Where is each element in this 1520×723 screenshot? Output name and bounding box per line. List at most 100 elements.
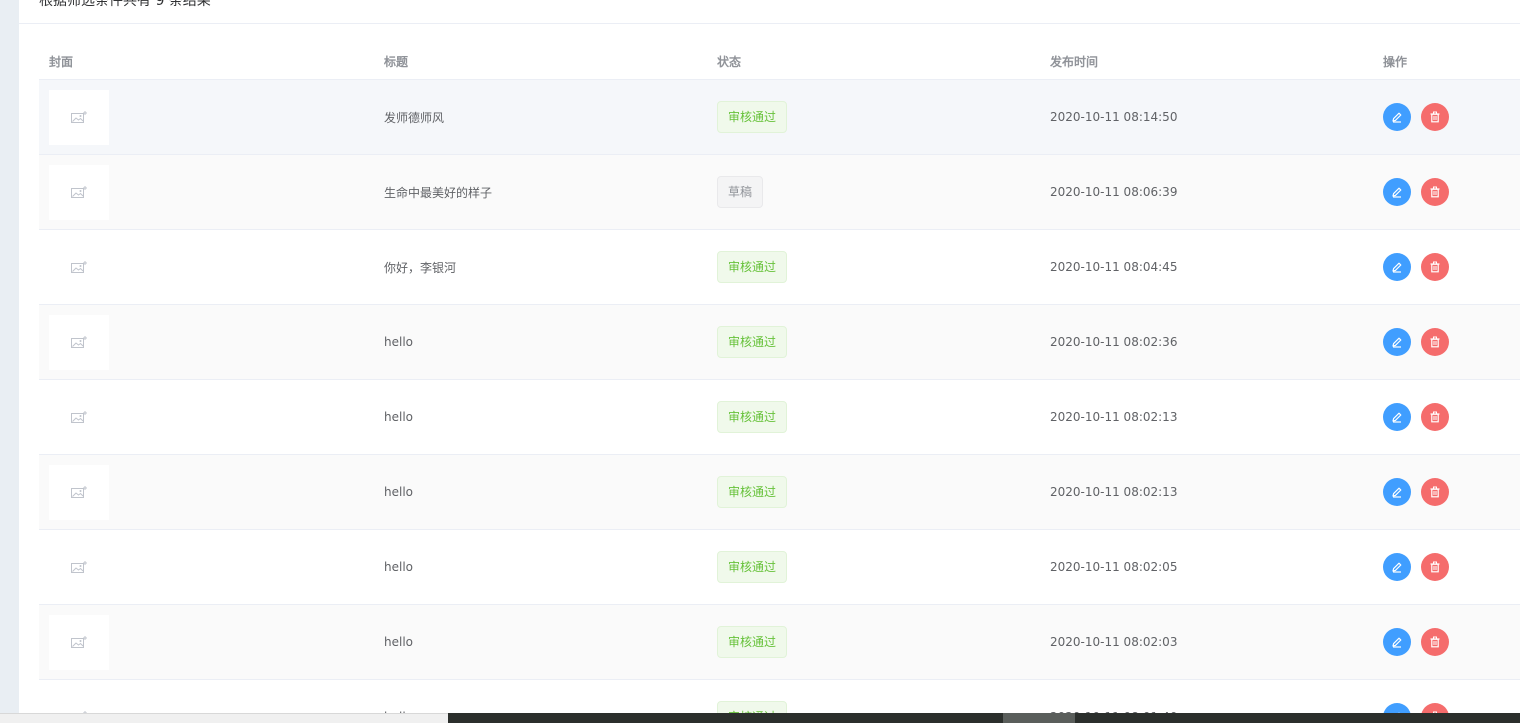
title-cell: hello bbox=[374, 605, 707, 679]
edit-button[interactable] bbox=[1383, 403, 1411, 431]
article-list-card: 根据筛选条件共有 9 条结果 封面 标题 状态 发布时间 操作 发师德师风 审核通… bbox=[19, 0, 1520, 723]
table-row: hello 审核通过 2020-10-11 08:02:36 bbox=[39, 305, 1520, 380]
column-header-title: 标题 bbox=[384, 55, 409, 69]
delete-button[interactable] bbox=[1421, 553, 1449, 581]
edit-button[interactable] bbox=[1383, 103, 1411, 131]
edit-icon bbox=[1391, 411, 1403, 423]
edit-button[interactable] bbox=[1383, 478, 1411, 506]
article-title: 生命中最美好的样子 bbox=[384, 185, 493, 200]
image-placeholder-icon bbox=[71, 111, 87, 123]
title-cell: 生命中最美好的样子 bbox=[374, 155, 707, 229]
cover-image[interactable] bbox=[49, 540, 109, 595]
cover-cell bbox=[39, 80, 374, 154]
cover-cell bbox=[39, 230, 374, 304]
edit-icon bbox=[1391, 636, 1403, 648]
title-cell: hello bbox=[374, 305, 707, 379]
article-title: 你好，李银河 bbox=[384, 260, 457, 275]
delete-button[interactable] bbox=[1421, 403, 1449, 431]
image-placeholder-icon bbox=[71, 561, 87, 573]
status-badge: 审核通过 bbox=[717, 476, 788, 508]
publish-time: 2020-10-11 08:02:05 bbox=[1050, 560, 1178, 574]
image-placeholder-icon bbox=[71, 186, 87, 198]
delete-icon bbox=[1429, 486, 1441, 498]
actions-cell bbox=[1373, 380, 1520, 454]
status-badge: 审核通过 bbox=[717, 326, 788, 358]
cover-image[interactable] bbox=[49, 390, 109, 445]
cover-image[interactable] bbox=[49, 89, 109, 145]
publish-time: 2020-10-11 08:14:50 bbox=[1050, 110, 1178, 124]
status-badge: 审核通过 bbox=[717, 551, 788, 583]
publish-time-cell: 2020-10-11 08:02:13 bbox=[1040, 380, 1373, 454]
publish-time-cell: 2020-10-11 08:02:36 bbox=[1040, 305, 1373, 379]
image-placeholder-icon bbox=[71, 261, 87, 273]
actions-cell bbox=[1373, 605, 1520, 679]
delete-button[interactable] bbox=[1421, 328, 1449, 356]
delete-icon bbox=[1429, 411, 1441, 423]
column-header-cover: 封面 bbox=[49, 55, 74, 69]
edit-button[interactable] bbox=[1383, 253, 1411, 281]
publish-time-cell: 2020-10-11 08:04:45 bbox=[1040, 230, 1373, 304]
edit-button[interactable] bbox=[1383, 553, 1411, 581]
status-badge: 草稿 bbox=[717, 176, 764, 208]
status-cell: 审核通过 bbox=[707, 605, 1040, 679]
delete-button[interactable] bbox=[1421, 103, 1449, 131]
article-title: hello bbox=[384, 410, 413, 424]
article-table: 封面 标题 状态 发布时间 操作 发师德师风 审核通过 2020-10-11 08:… bbox=[39, 24, 1520, 723]
status-cell: 草稿 bbox=[707, 155, 1040, 229]
table-row: 生命中最美好的样子 草稿 2020-10-11 08:06:39 bbox=[39, 155, 1520, 230]
title-cell: hello bbox=[374, 455, 707, 529]
cover-image[interactable] bbox=[49, 314, 109, 370]
window-bottom-edge bbox=[0, 713, 448, 723]
cover-cell bbox=[39, 380, 374, 454]
cover-cell bbox=[39, 155, 374, 229]
edit-button[interactable] bbox=[1383, 178, 1411, 206]
cover-image[interactable] bbox=[49, 164, 109, 220]
table-row: 发师德师风 审核通过 2020-10-11 08:14:50 bbox=[39, 80, 1520, 155]
article-title: hello bbox=[384, 485, 413, 499]
actions-cell bbox=[1373, 80, 1520, 154]
delete-button[interactable] bbox=[1421, 478, 1449, 506]
delete-button[interactable] bbox=[1421, 253, 1449, 281]
table-header: 封面 标题 状态 发布时间 操作 bbox=[39, 24, 1520, 80]
result-count-text: 根据筛选条件共有 9 条结果 bbox=[39, 0, 211, 9]
taskbar-active-item[interactable] bbox=[1003, 713, 1075, 723]
delete-icon bbox=[1429, 186, 1441, 198]
edit-icon bbox=[1391, 186, 1403, 198]
status-badge: 审核通过 bbox=[717, 251, 788, 283]
edit-button[interactable] bbox=[1383, 328, 1411, 356]
publish-time: 2020-10-11 08:04:45 bbox=[1050, 260, 1178, 274]
article-title: 发师德师风 bbox=[384, 110, 445, 125]
table-row: hello 审核通过 2020-10-11 08:02:13 bbox=[39, 455, 1520, 530]
edit-button[interactable] bbox=[1383, 628, 1411, 656]
table-row: hello 审核通过 2020-10-11 08:02:03 bbox=[39, 605, 1520, 680]
status-badge: 审核通过 bbox=[717, 401, 788, 433]
title-cell: 你好，李银河 bbox=[374, 230, 707, 304]
card-header: 根据筛选条件共有 9 条结果 bbox=[19, 0, 1520, 24]
image-placeholder-icon bbox=[71, 636, 87, 648]
delete-button[interactable] bbox=[1421, 628, 1449, 656]
cover-cell bbox=[39, 605, 374, 679]
publish-time-cell: 2020-10-11 08:02:05 bbox=[1040, 530, 1373, 604]
edit-icon bbox=[1391, 561, 1403, 573]
actions-cell bbox=[1373, 155, 1520, 229]
column-header-publish-time: 发布时间 bbox=[1050, 55, 1099, 69]
cover-image[interactable] bbox=[49, 464, 109, 520]
status-cell: 审核通过 bbox=[707, 230, 1040, 304]
publish-time-cell: 2020-10-11 08:06:39 bbox=[1040, 155, 1373, 229]
article-title: hello bbox=[384, 635, 413, 649]
title-cell: hello bbox=[374, 530, 707, 604]
status-cell: 审核通过 bbox=[707, 305, 1040, 379]
publish-time: 2020-10-11 08:02:03 bbox=[1050, 635, 1178, 649]
cover-image[interactable] bbox=[49, 240, 109, 295]
cover-image[interactable] bbox=[49, 614, 109, 670]
publish-time-cell: 2020-10-11 08:02:03 bbox=[1040, 605, 1373, 679]
column-header-actions: 操作 bbox=[1383, 55, 1408, 69]
publish-time: 2020-10-11 08:06:39 bbox=[1050, 185, 1178, 199]
actions-cell bbox=[1373, 230, 1520, 304]
cover-cell bbox=[39, 305, 374, 379]
delete-button[interactable] bbox=[1421, 178, 1449, 206]
table-row: 你好，李银河 审核通过 2020-10-11 08:04:45 bbox=[39, 230, 1520, 305]
image-placeholder-icon bbox=[71, 411, 87, 423]
edit-icon bbox=[1391, 486, 1403, 498]
status-cell: 审核通过 bbox=[707, 380, 1040, 454]
